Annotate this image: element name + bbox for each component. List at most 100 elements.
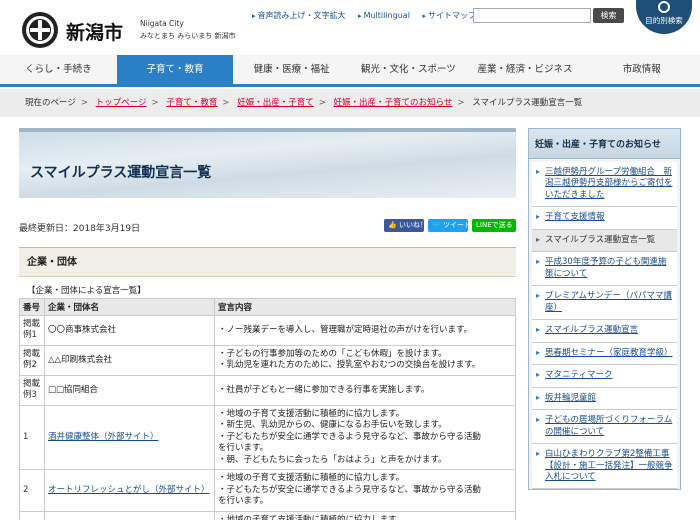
table-row: 掲載例1 〇〇商事株式会社 ・ノー残業デーを導入し、管理職が定時退社の声がけを行いま… [19, 315, 516, 346]
site-header: 新潟市 Niigata City みなとまち みらいまち 新潟市 音声読み上げ・… [0, 0, 700, 55]
sidebar-item[interactable]: スマイルプラス運動宣言 [532, 320, 677, 343]
last-updated: 最終更新日：2018年3月19日 [19, 224, 141, 234]
row-number [19, 510, 45, 520]
breadcrumb-link-pregnancy[interactable]: 妊娠・出産・子育て [237, 98, 314, 108]
row-organization: オートリフレッシュとがし（外部サイト） [44, 469, 215, 512]
declaration-line: ・地域の子育て支援活動に積極的に協力します。 [218, 514, 405, 520]
declaration-line: ・新生児、乳幼児からの、健康になるお手伝いを致します。 [218, 420, 447, 431]
util-link-speech[interactable]: 音声読み上げ・文字拡大 [252, 11, 346, 20]
declaration-line: ・ノー残業デーを導入し、管理職が定時退社の声がけを行います。 [218, 324, 473, 335]
sidebar-item-link[interactable]: スマイルプラス運動宣言 [545, 325, 638, 335]
declaration-line: ・地域の子育て支援活動に積極的に協力します。 [218, 408, 405, 419]
row-declaration: ・地域の子育て支援活動に積極的に協力します。 ・新生児、乳幼児からの、健康になるお… [214, 404, 516, 471]
sidebar-item-link[interactable]: 平成30年度予算の子ども関連施策について [545, 257, 666, 278]
sidebar-item-link[interactable]: マタニティマーク [545, 370, 613, 380]
declaration-line: ・子どもの行事参加等のための「こども休暇」を設けます。 [218, 348, 447, 359]
utility-links: 音声読み上げ・文字拡大 Multilingual サイトマップ [252, 10, 486, 21]
search-input[interactable] [473, 8, 591, 23]
row-organization: 酒井健康整体（外部サイト） [44, 404, 215, 471]
row-declaration: ・子どもの行事参加等のための「こども休暇」を設けます。 ・乳幼児を連れた方のために… [214, 344, 516, 376]
row-declaration: ・地域の子育て支援活動に積極的に協力します。 ・子どもたちが安全に通学できるよう見… [214, 469, 516, 512]
declaration-table: 番号 企業・団体名 宣言内容 掲載例1 〇〇商事株式会社 ・ノー残業デーを導入し、管… [19, 298, 516, 520]
column-header-name: 企業・団体名 [44, 298, 215, 316]
row-number: 2 [19, 469, 45, 512]
nav-item-tourism[interactable]: 観光・文化・スポーツ [350, 55, 467, 84]
util-link-multilingual[interactable]: Multilingual [358, 11, 410, 20]
organization-link[interactable]: オートリフレッシュとがし（外部サイト） [48, 485, 210, 495]
sidebar-title: 妊娠・出産・子育てのお知らせ [529, 129, 680, 159]
sidebar-list: 三越伊勢丹グループ労働組合 新潟三越伊勢丹支部様からご寄付をいただきました子育て… [529, 159, 680, 490]
section-heading: 企業・団体 [19, 247, 516, 277]
organization-link[interactable]: 酒井健康整体（外部サイト） [48, 432, 159, 442]
sidebar-item[interactable]: 白山ひまわりクラブ第2整備工事【設計・施工一括発注】一般競争入札について [532, 444, 677, 490]
sidebar-item[interactable]: 子育て支援情報 [532, 207, 677, 230]
row-number: 1 [19, 404, 45, 471]
nav-item-living[interactable]: くらし・手続き [0, 55, 117, 84]
row-organization: □□協同組合 [44, 374, 215, 406]
sidebar-item-link[interactable]: 白山ひまわりクラブ第2整備工事【設計・施工一括発注】一般競争入札について [545, 449, 673, 482]
sidebar-item-current: スマイルプラス運動宣言一覧 [545, 234, 656, 245]
nav-item-health[interactable]: 健康・医療・福祉 [233, 55, 350, 84]
sidebar-item-link[interactable]: 坂井輪児童館 [545, 393, 596, 403]
nav-item-business[interactable]: 産業・経済・ビジネス [467, 55, 584, 84]
sidebar-item-link[interactable]: 子どもの居場所づくりフォーラムの開催について [545, 415, 672, 436]
declaration-line: ・朝、子どもたちに会ったら「おはよう」と声をかけます。 [218, 454, 447, 465]
sidebar-item-link[interactable]: 思春期セミナー（家庭教育学級） [545, 348, 673, 358]
purpose-search-label: 目的別検索 [645, 16, 683, 25]
declaration-line: ・社員が子どもと一緒に参加できる行事を実施します。 [218, 384, 430, 395]
site-logo-name[interactable]: 新潟市 [66, 18, 123, 45]
nav-item-childcare[interactable]: 子育て・教育 [116, 55, 234, 84]
column-header-number: 番号 [19, 298, 45, 316]
sidebar-item-link[interactable]: 子育て支援情報 [545, 212, 605, 222]
sidebar-item[interactable]: 三越伊勢丹グループ労働組合 新潟三越伊勢丹支部様からご寄付をいただきました [532, 162, 677, 208]
row-number: 掲載例2 [19, 344, 45, 376]
breadcrumb-link-news[interactable]: 妊娠・出産・子育てのお知らせ [334, 98, 453, 108]
nav-item-city-info[interactable]: 市政情報 [583, 55, 700, 84]
twitter-tweet-button[interactable]: 🐦 ツイート [428, 219, 471, 232]
sidebar-item-link[interactable]: 三越伊勢丹グループ労働組合 新潟三越伊勢丹支部様からご寄付をいただきました [545, 167, 673, 200]
facebook-like-button[interactable]: 👍 いいね！ [384, 219, 427, 232]
table-row: 掲載例2 △△印刷株式会社 ・子どもの行事参加等のための「こども休暇」を設けます。・… [19, 344, 516, 376]
breadcrumb: 現在のページ > トップページ > 子育て・教育 > 妊娠・出産・子育て > 妊娠・出産… [0, 89, 700, 117]
line-share-button[interactable]: LINEで送る [472, 219, 516, 232]
sidebar: 妊娠・出産・子育てのお知らせ 三越伊勢丹グループ労働組合 新潟三越伊勢丹支部様か… [528, 128, 681, 491]
sidebar-item[interactable]: 思春期セミナー（家庭教育学級） [532, 342, 677, 366]
declaration-line: を行います。 [218, 443, 269, 454]
sidebar-item[interactable]: 子どもの居場所づくりフォーラムの開催について [532, 410, 677, 445]
row-organization: 〇〇商事株式会社 [44, 315, 215, 346]
table-row: ・地域の子育て支援活動に積極的に協力します。 [19, 510, 516, 520]
city-emblem-icon[interactable] [22, 12, 58, 48]
sidebar-item[interactable]: プレミアムサンデー（パパママ講座） [532, 286, 677, 321]
sidebar-item[interactable]: マタニティマーク [532, 365, 677, 388]
row-organization [44, 510, 215, 520]
page-title-band: スマイルプラス運動宣言一覧 [19, 128, 516, 198]
row-organization: △△印刷株式会社 [44, 344, 215, 376]
table-row: 掲載例3 □□協同組合 ・社員が子どもと一緒に参加できる行事を実施します。 [19, 374, 516, 406]
breadcrumb-link-top[interactable]: トップページ [96, 98, 147, 108]
site-logo-english: Niigata City [140, 19, 184, 28]
sidebar-item[interactable]: 平成30年度予算の子ども関連施策について [532, 252, 677, 287]
breadcrumb-current: スマイルプラス運動宣言一覧 [472, 98, 583, 108]
site-logo-tagline: みなとまち みらいまち 新潟市 [140, 32, 236, 40]
search-button[interactable]: 検索 [593, 8, 624, 23]
sidebar-item[interactable]: 坂井輪児童館 [532, 387, 677, 411]
breadcrumb-link-childcare[interactable]: 子育て・教育 [166, 98, 217, 108]
declaration-line: ・乳幼児を連れた方のために、授乳室やおむつの交換台を設けます。 [218, 360, 481, 371]
sidebar-item-link[interactable]: プレミアムサンデー（パパママ講座） [545, 291, 672, 312]
util-link-sitemap[interactable]: サイトマップ [422, 11, 476, 20]
sidebar-item: スマイルプラス運動宣言一覧 [532, 229, 677, 253]
page-title: スマイルプラス運動宣言一覧 [30, 165, 212, 181]
row-declaration: ・ノー残業デーを導入し、管理職が定時退社の声がけを行います。 [214, 315, 516, 346]
main-content: スマイルプラス運動宣言一覧 最終更新日：2018年3月19日 👍 いいね！ 🐦 … [19, 128, 516, 520]
breadcrumb-label: 現在のページ [25, 98, 76, 108]
declaration-line: ・子どもたちが安全に通学できるよう見守るなど、事故から守る活動 [218, 484, 481, 495]
table-row: 1 酒井健康整体（外部サイト） ・地域の子育て支援活動に積極的に協力します。 ・新生児… [19, 404, 516, 471]
global-nav: くらし・手続き 子育て・教育 健康・医療・福祉 観光・文化・スポーツ 産業・経済… [0, 55, 700, 87]
row-declaration: ・社員が子どもと一緒に参加できる行事を実施します。 [214, 374, 516, 406]
row-number: 掲載例3 [19, 374, 45, 406]
meta-row: 最終更新日：2018年3月19日 👍 いいね！ 🐦 ツイート LINEで送る [19, 215, 516, 245]
row-declaration: ・地域の子育て支援活動に積極的に協力します。 [214, 510, 516, 520]
purpose-search-button[interactable]: 目的別検索 [636, 0, 692, 34]
table-caption: 【企業・団体による宣言一覧】 [27, 286, 146, 296]
table-row: 2 オートリフレッシュとがし（外部サイト） ・地域の子育て支援活動に積極的に協力しま… [19, 469, 516, 512]
